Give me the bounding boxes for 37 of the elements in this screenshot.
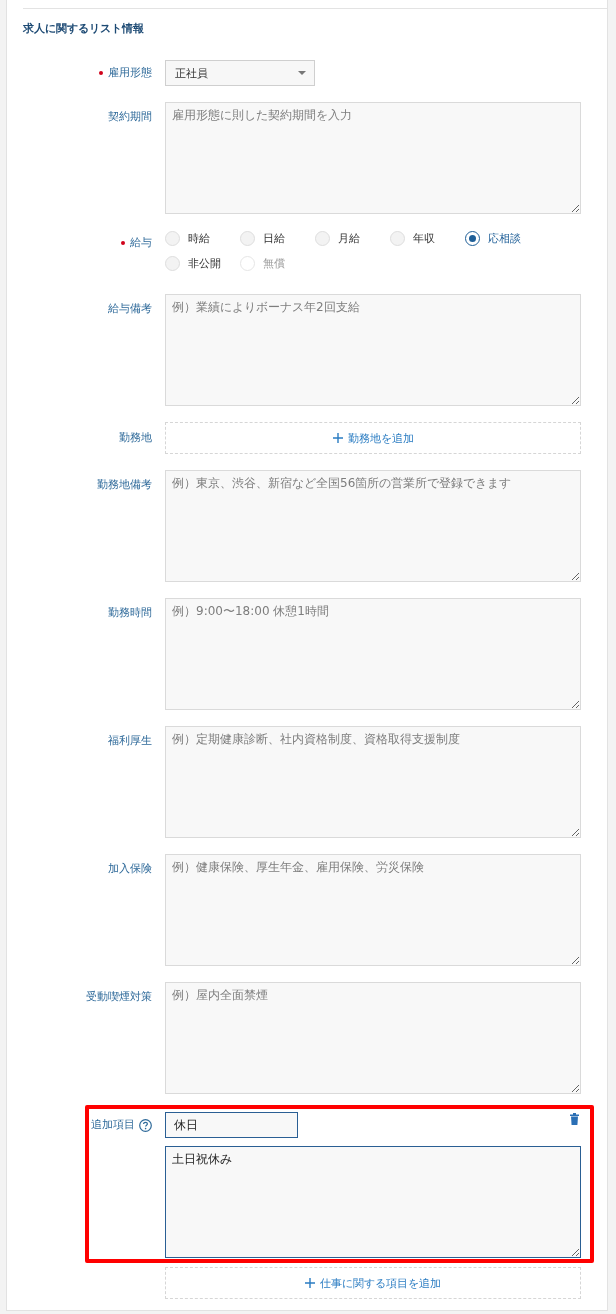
- textarea-field[interactable]: 例）健康保険、厚生年金、雇用保険、労災保険: [165, 854, 581, 966]
- textarea-field[interactable]: 例）業績によりボーナス年2回支給: [165, 294, 581, 406]
- field-label: 雇用形態: [108, 66, 152, 80]
- trash-icon[interactable]: [570, 1113, 579, 1125]
- field-label: 契約期間: [108, 110, 152, 124]
- help-icon: [139, 1118, 152, 1132]
- field-label: 勤務地: [119, 431, 152, 445]
- dropdown-field[interactable]: 正社員: [165, 60, 315, 86]
- radio-label: 応相談: [488, 230, 521, 246]
- field-label: 給与備考: [108, 302, 152, 316]
- plus-icon: [332, 433, 343, 443]
- textarea-field[interactable]: 例）定期健康診断、社内資格制度、資格取得支援制度: [165, 726, 581, 838]
- field-label: 勤務時間: [108, 606, 152, 620]
- radio-label: 月給: [338, 230, 360, 246]
- add-button[interactable]: 勤務地を追加: [165, 422, 581, 454]
- radio-label: 年収: [413, 230, 435, 246]
- text-input-field[interactable]: 休日: [165, 1112, 298, 1138]
- field-label: 追加項目: [91, 1118, 135, 1132]
- radio-button[interactable]: [465, 230, 480, 246]
- textarea-field[interactable]: 雇用形態に則した契約期間を入力: [165, 102, 581, 214]
- field-label: 勤務地備考: [97, 478, 152, 492]
- field-label: 福利厚生: [108, 734, 152, 748]
- field-label: 加入保険: [108, 862, 152, 876]
- section-title: 求人に関するリスト情報: [23, 21, 145, 37]
- caret-icon: [298, 71, 306, 75]
- field-label: 受動喫煙対策: [86, 990, 152, 1004]
- textarea-field[interactable]: 例）9:00〜18:00 休憩1時間: [165, 598, 581, 710]
- radio-label: 時給: [188, 230, 210, 246]
- radio-label: 非公開: [188, 255, 221, 271]
- field-label: 給与: [130, 236, 152, 250]
- radio-label: 日給: [263, 230, 285, 246]
- textarea-field[interactable]: 例）屋内全面禁煙: [165, 982, 581, 1094]
- textarea-field[interactable]: 例）東京、渋谷、新宿など全国56箇所の営業所で登録できます: [165, 470, 581, 582]
- textarea-field[interactable]: 土日祝休み: [165, 1146, 581, 1258]
- add-button[interactable]: 仕事に関する項目を追加: [165, 1267, 581, 1299]
- radio-label: 無償: [263, 255, 285, 271]
- plus-icon: [305, 1278, 315, 1288]
